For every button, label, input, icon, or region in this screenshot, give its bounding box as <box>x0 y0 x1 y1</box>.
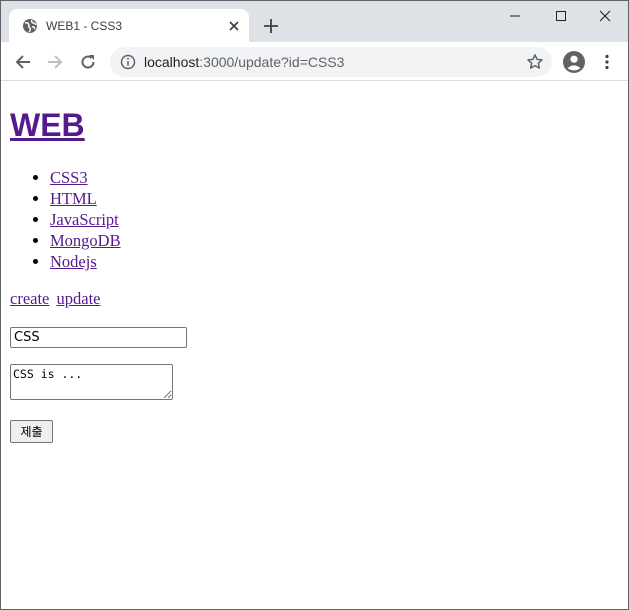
home-link[interactable]: WEB <box>10 107 85 143</box>
close-icon[interactable] <box>225 17 243 35</box>
description-field[interactable]: CSS is ... <box>10 364 173 400</box>
update-link[interactable]: update <box>57 289 101 308</box>
topic-list: CSS3 HTML JavaScript MongoDB Nodejs <box>10 167 121 272</box>
url-text[interactable]: localhost:3000/update?id=CSS3 <box>144 54 344 70</box>
tab-strip: WEB1 - CSS3 <box>1 1 628 42</box>
submit-button[interactable]: 제출 <box>10 420 53 443</box>
list-item: MongoDB <box>50 230 121 251</box>
title-field[interactable] <box>10 327 187 348</box>
active-tab[interactable]: WEB1 - CSS3 <box>9 9 249 42</box>
star-icon[interactable] <box>526 53 544 71</box>
list-item: JavaScript <box>50 209 121 230</box>
address-bar[interactable]: localhost:3000/update?id=CSS3 <box>110 47 552 77</box>
url-path: :3000/update?id=CSS3 <box>199 54 345 70</box>
more-vert-icon[interactable] <box>594 49 620 75</box>
plus-icon[interactable] <box>260 15 282 37</box>
action-links: create update <box>10 289 103 309</box>
page-viewport: WEB CSS3 HTML JavaScript MongoDB Nodejs … <box>1 81 628 609</box>
tab-title: WEB1 - CSS3 <box>46 19 123 33</box>
maximize-icon[interactable] <box>538 1 584 31</box>
reload-icon[interactable] <box>75 49 101 75</box>
minimize-icon[interactable] <box>492 1 538 31</box>
window-close-icon[interactable] <box>582 1 628 31</box>
list-item: CSS3 <box>50 167 121 188</box>
account-icon[interactable] <box>561 49 587 75</box>
browser-toolbar: localhost:3000/update?id=CSS3 <box>1 42 628 81</box>
list-item: HTML <box>50 188 121 209</box>
arrow-left-icon[interactable] <box>10 49 36 75</box>
topic-link-html[interactable]: HTML <box>50 189 97 208</box>
create-link[interactable]: create <box>10 289 49 308</box>
url-host: localhost <box>144 54 200 70</box>
page-title: WEB <box>10 105 85 145</box>
list-item: Nodejs <box>50 251 121 272</box>
globe-icon <box>22 18 38 34</box>
arrow-right-icon[interactable] <box>42 49 68 75</box>
topic-link-nodejs[interactable]: Nodejs <box>50 252 97 271</box>
browser-window: WEB1 - CSS3 localhost:3000/update?id=CSS… <box>0 0 629 610</box>
topic-link-css3[interactable]: CSS3 <box>50 168 88 187</box>
topic-link-javascript[interactable]: JavaScript <box>50 210 119 229</box>
topic-link-mongodb[interactable]: MongoDB <box>50 231 121 250</box>
info-icon[interactable] <box>120 54 136 70</box>
